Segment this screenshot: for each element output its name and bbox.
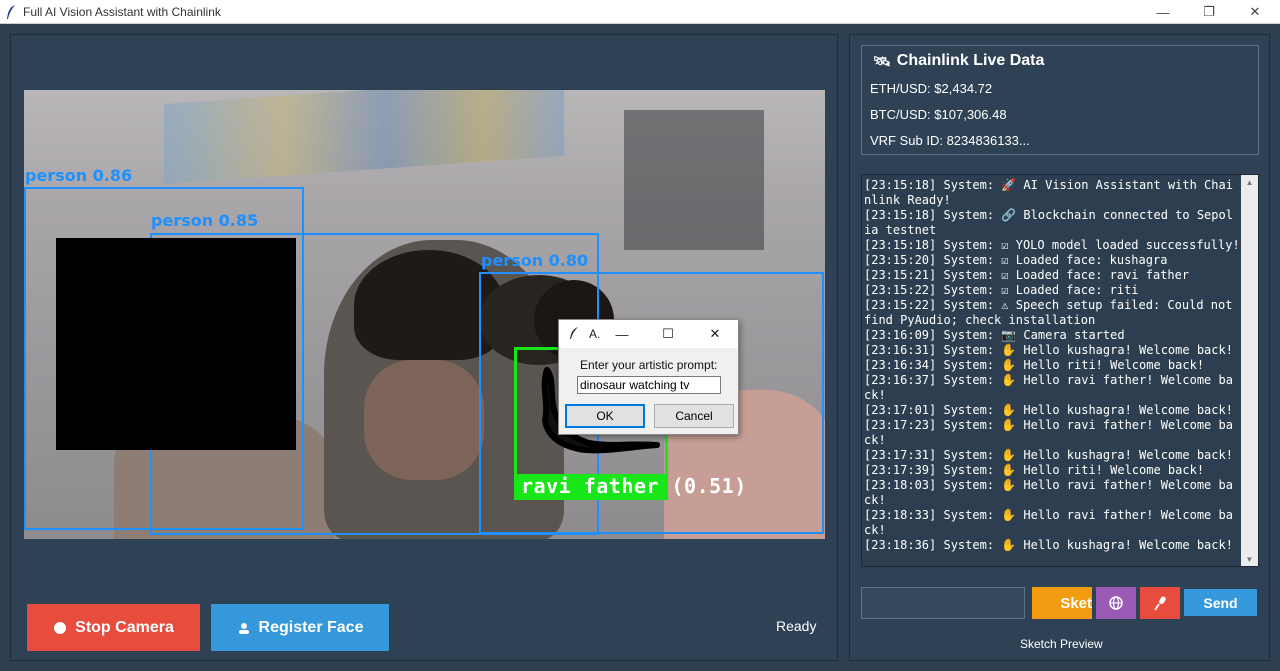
scroll-down-icon[interactable]: ▼ [1241,552,1258,566]
status-text: Ready [776,618,817,634]
log-text: [23:15:18] System: 🚀 AI Vision Assistant… [864,178,1240,552]
window-minimize-button[interactable]: — [1140,0,1186,24]
stop-camera-button[interactable]: Stop Camera [27,604,200,651]
btc-price: BTC/USD: $107,306.48 [870,107,1007,122]
register-face-label: Register Face [258,618,364,636]
chat-input[interactable] [861,587,1025,619]
detection-label: person 0.85 [151,211,259,230]
detection-label: person 0.80 [481,251,589,270]
window-titlebar: Full AI Vision Assistant with Chainlink … [0,0,1280,24]
scroll-up-icon[interactable]: ▲ [1241,175,1258,189]
ok-button[interactable]: OK [565,404,645,428]
redacted-region [56,238,296,450]
send-button[interactable]: Send [1184,589,1257,616]
globe-icon [1109,596,1123,610]
dialog-title: A. [589,327,601,341]
face-label: ravi father (0.51) [521,474,747,498]
log-scrollbar[interactable]: ▲ ▼ [1241,175,1258,566]
birthday-banner [164,90,564,184]
wall-shadow [624,110,764,250]
microphone-button[interactable] [1140,587,1180,619]
dialog-maximize-button[interactable]: ☐ [657,324,679,344]
dialog-close-button[interactable]: ✕ [704,324,726,344]
artistic-prompt-dialog: A. — ☐ ✕ Enter your artistic prompt: OK … [558,319,739,435]
microphone-icon [1154,596,1166,611]
system-log[interactable]: [23:15:18] System: 🚀 AI Vision Assistant… [861,174,1259,567]
stop-camera-label: Stop Camera [75,618,174,636]
stop-icon [54,621,67,634]
eth-price: ETH/USD: $2,434.72 [870,81,993,96]
prompt-label: Enter your artistic prompt: [580,358,718,372]
camera-feed: person 0.86 person 0.85 person 0.80 ravi… [24,90,825,539]
window-close-button[interactable]: ✕ [1232,0,1278,24]
sketch-button[interactable]: Sket [1032,587,1092,619]
user-icon [238,622,249,634]
satellite-icon: 🛰 [873,52,891,69]
window-maximize-button[interactable]: ❐ [1186,0,1232,24]
chainlink-title: Chainlink Live Data [896,52,1045,69]
ar-button[interactable] [1096,587,1136,619]
prompt-input[interactable] [577,376,721,394]
dialog-minimize-button[interactable]: — [611,324,633,344]
dialog-titlebar: A. — ☐ ✕ [559,320,738,348]
window-title: Full AI Vision Assistant with Chainlink [23,5,221,19]
detection-label: person 0.86 [25,166,133,185]
feather-icon [570,327,578,339]
cancel-button[interactable]: Cancel [654,404,734,428]
vrf-sub-id: VRF Sub ID: 8234836133... [870,133,1030,148]
feather-icon [7,5,15,19]
sketch-preview-label: Sketch Preview [1020,637,1103,651]
chainlink-title-row: 🛰 Chainlink Live Data [873,52,1044,70]
register-face-button[interactable]: Register Face [211,604,389,651]
